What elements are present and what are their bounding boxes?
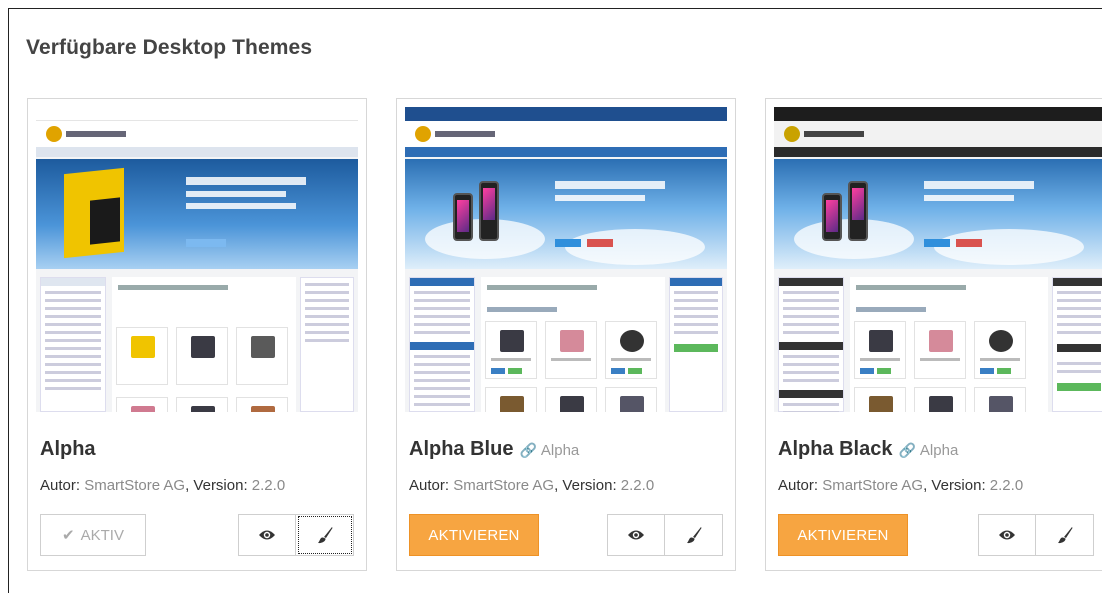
link-icon: 🔗 [519,442,537,458]
eye-icon [259,530,275,540]
preview-button[interactable] [978,514,1036,556]
theme-meta: Autor: SmartStore AG, Version: 2.2.0 [409,477,655,494]
brush-icon [317,527,332,544]
configure-button[interactable] [665,514,723,556]
version-value: 2.2.0 [989,477,1024,494]
active-state-button[interactable]: ✔ AKTIV [40,514,146,556]
theme-preview-image[interactable] [405,107,727,412]
configure-button[interactable] [296,514,354,556]
parent-theme: Alpha [919,442,959,459]
parent-theme: Alpha [540,442,580,459]
theme-name: Alpha Black 🔗 Alpha [778,438,959,460]
theme-name: Alpha Blue 🔗 Alpha [409,438,580,460]
theme-meta: Autor: SmartStore AG, Version: 2.2.0 [40,477,286,494]
theme-card-alpha-black: Alpha Black 🔗 Alpha Autor: SmartStore AG, … [765,98,1102,571]
author-value: SmartStore AG [84,477,186,494]
version-value: 2.2.0 [251,477,286,494]
activate-button[interactable]: AKTIVIEREN [409,514,539,556]
theme-actions [978,514,1094,556]
theme-preview-image[interactable] [774,107,1102,412]
author-value: SmartStore AG [453,477,555,494]
theme-actions [607,514,723,556]
author-value: SmartStore AG [822,477,924,494]
activate-button[interactable]: AKTIVIEREN [778,514,908,556]
eye-icon [999,530,1015,540]
check-icon: ✔ [62,527,75,544]
brush-icon [1057,527,1072,544]
brush-icon [686,527,701,544]
version-value: 2.2.0 [620,477,655,494]
preview-button[interactable] [607,514,665,556]
theme-name: Alpha [40,438,96,460]
preview-button[interactable] [238,514,296,556]
theme-preview-image[interactable] [36,107,358,412]
theme-meta: Autor: SmartStore AG, Version: 2.2.0 [778,477,1024,494]
theme-card-alpha-blue: Alpha Blue 🔗 Alpha Autor: SmartStore AG, V… [396,98,736,571]
theme-card-alpha: Alpha Autor: SmartStore AG, Version: 2.2… [27,98,367,571]
eye-icon [628,530,644,540]
page-title: Verfügbare Desktop Themes [26,36,313,59]
configure-button[interactable] [1036,514,1094,556]
link-icon: 🔗 [898,442,916,458]
theme-actions [238,514,354,556]
